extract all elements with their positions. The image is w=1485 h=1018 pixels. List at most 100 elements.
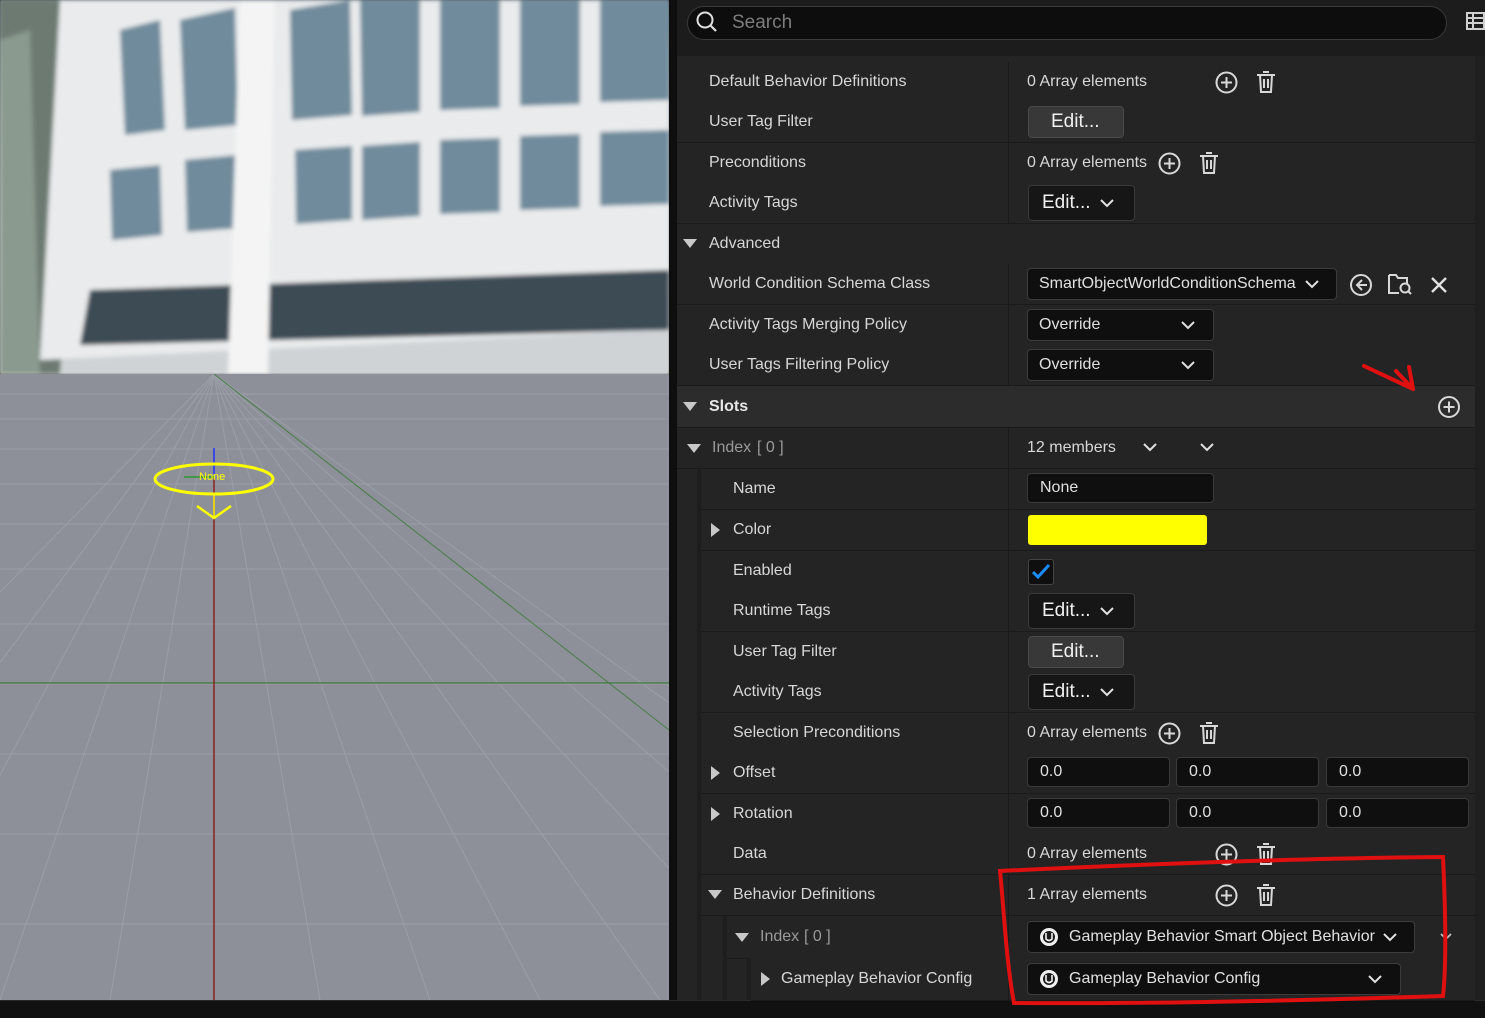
- offset-x-input[interactable]: 0.0: [1027, 757, 1170, 787]
- splitter[interactable]: [669, 0, 677, 1000]
- row-slot-index[interactable]: Index [ 0 ] 12 members: [677, 428, 1475, 469]
- search-input[interactable]: [730, 11, 1334, 35]
- expand-arrow-icon[interactable]: [711, 807, 720, 821]
- property-label: Selection Preconditions: [733, 724, 901, 741]
- scrollbar-track[interactable]: [1475, 56, 1485, 1000]
- chevron-down-icon: [1100, 199, 1114, 208]
- index-number: [ 0 ]: [804, 928, 831, 945]
- property-label: Gameplay Behavior Config: [781, 970, 973, 987]
- trash-icon[interactable]: [1199, 721, 1219, 745]
- name-input[interactable]: None: [1027, 473, 1214, 503]
- array-count: 0 Array elements: [1027, 73, 1148, 90]
- ground-grid: [0, 374, 669, 1000]
- row-user-tag-filter: User Tag Filter Edit...: [677, 102, 1475, 143]
- property-label: Activity Tags: [709, 194, 798, 211]
- row-color: Color: [701, 510, 1475, 551]
- row-user-tags-filtering-policy: User Tags Filtering Policy Override: [677, 345, 1475, 386]
- row-world-condition-schema-class: World Condition Schema Class SmartObject…: [677, 264, 1475, 305]
- search-icon: [696, 11, 717, 32]
- index-number: [ 0 ]: [757, 439, 784, 456]
- edit-tags-dropdown[interactable]: Edit...: [1028, 185, 1135, 221]
- index-label: Index: [760, 928, 800, 945]
- property-label: Behavior Definitions: [733, 886, 876, 903]
- trash-icon[interactable]: [1256, 842, 1276, 866]
- level-viewport[interactable]: None: [0, 0, 669, 1000]
- property-label: Color: [733, 521, 772, 538]
- add-element-icon[interactable]: [1215, 884, 1238, 907]
- category-slots[interactable]: Slots: [677, 386, 1475, 428]
- merging-policy-dropdown[interactable]: Override: [1027, 309, 1214, 341]
- chevron-down-icon: [1368, 975, 1382, 984]
- edit-tags-dropdown[interactable]: Edit...: [1028, 674, 1135, 710]
- row-gameplay-behavior-config: Gameplay Behavior Config Gameplay Behavi…: [751, 958, 1475, 1001]
- search-box[interactable]: [687, 6, 1447, 40]
- slot-gizmo-icon[interactable]: [150, 448, 280, 523]
- property-label: Enabled: [733, 562, 792, 579]
- row-default-behavior-definitions: Default Behavior Definitions 0 Array ele…: [677, 62, 1475, 103]
- expand-arrow-icon[interactable]: [711, 523, 720, 537]
- offset-y-input[interactable]: 0.0: [1176, 757, 1319, 787]
- enabled-checkbox[interactable]: [1028, 559, 1054, 585]
- row-activity-tags-merging-policy: Activity Tags Merging Policy Override: [677, 305, 1475, 346]
- property-label: Rotation: [733, 805, 793, 822]
- category-label: Slots: [709, 398, 749, 415]
- row-slot-activity-tags: Activity Tags Edit...: [701, 672, 1475, 713]
- offset-z-input[interactable]: 0.0: [1326, 757, 1469, 787]
- building-background: [0, 0, 669, 374]
- rotation-z-input[interactable]: 0.0: [1326, 798, 1469, 828]
- category-advanced[interactable]: Advanced: [677, 224, 1475, 265]
- add-element-icon[interactable]: [1437, 395, 1461, 419]
- row-rotation: Rotation 0.0 0.0 0.0: [701, 794, 1475, 835]
- collapse-arrow-icon[interactable]: [683, 402, 697, 411]
- collapse-arrow-icon[interactable]: [708, 890, 722, 899]
- filtering-policy-dropdown[interactable]: Override: [1027, 349, 1214, 381]
- class-picker-dropdown[interactable]: SmartObjectWorldConditionSchema: [1027, 268, 1337, 300]
- property-label: World Condition Schema Class: [709, 275, 931, 292]
- add-element-icon[interactable]: [1215, 843, 1238, 866]
- row-runtime-tags: Runtime Tags Edit...: [701, 591, 1475, 632]
- unreal-logo-icon: [1040, 928, 1058, 946]
- edit-tags-dropdown[interactable]: Edit...: [1028, 593, 1135, 629]
- config-class-dropdown[interactable]: Gameplay Behavior Config: [1027, 963, 1401, 995]
- row-behavior-definitions: Behavior Definitions 1 Array elements: [701, 875, 1475, 916]
- trash-icon[interactable]: [1256, 883, 1276, 907]
- rotation-y-input[interactable]: 0.0: [1176, 798, 1319, 828]
- index-label: Index: [712, 439, 752, 456]
- use-selected-icon[interactable]: [1349, 273, 1373, 297]
- trash-icon[interactable]: [1199, 151, 1219, 175]
- search-bar-container: [677, 0, 1485, 56]
- property-label: Name: [733, 480, 776, 497]
- gizmo-label: None: [199, 471, 226, 483]
- clear-icon[interactable]: [1430, 276, 1448, 294]
- chevron-down-icon[interactable]: [1200, 443, 1214, 452]
- chevron-down-icon: [1305, 280, 1319, 289]
- add-element-icon[interactable]: [1215, 71, 1238, 94]
- collapse-arrow-icon[interactable]: [687, 444, 701, 453]
- expand-arrow-icon[interactable]: [711, 766, 720, 780]
- table-view-icon[interactable]: [1466, 12, 1485, 30]
- collapse-arrow-icon[interactable]: [735, 933, 749, 942]
- chevron-down-icon[interactable]: [1143, 443, 1157, 452]
- behavior-class-dropdown[interactable]: Gameplay Behavior Smart Object Behavior: [1027, 921, 1415, 953]
- color-swatch[interactable]: [1028, 515, 1207, 545]
- add-element-icon[interactable]: [1158, 722, 1181, 745]
- row-offset: Offset 0.0 0.0 0.0: [701, 753, 1475, 794]
- property-label: Activity Tags: [733, 683, 822, 700]
- rotation-x-input[interactable]: 0.0: [1027, 798, 1170, 828]
- expand-arrow-icon[interactable]: [761, 972, 770, 986]
- trash-icon[interactable]: [1256, 70, 1276, 94]
- property-label: User Tag Filter: [733, 643, 837, 660]
- collapse-arrow-icon[interactable]: [683, 239, 697, 248]
- array-count: 0 Array elements: [1027, 724, 1148, 741]
- edit-tags-button[interactable]: Edit...: [1028, 106, 1124, 138]
- add-element-icon[interactable]: [1158, 152, 1181, 175]
- browse-icon[interactable]: [1387, 272, 1413, 296]
- row-name: Name None: [701, 469, 1475, 510]
- row-data: Data 0 Array elements: [701, 834, 1475, 875]
- array-count: 1 Array elements: [1027, 886, 1148, 903]
- property-label: Data: [733, 845, 767, 862]
- chevron-down-icon[interactable]: [1440, 933, 1452, 941]
- row-activity-tags: Activity Tags Edit...: [677, 183, 1475, 224]
- edit-tags-button[interactable]: Edit...: [1028, 636, 1124, 668]
- property-label: Runtime Tags: [733, 602, 831, 619]
